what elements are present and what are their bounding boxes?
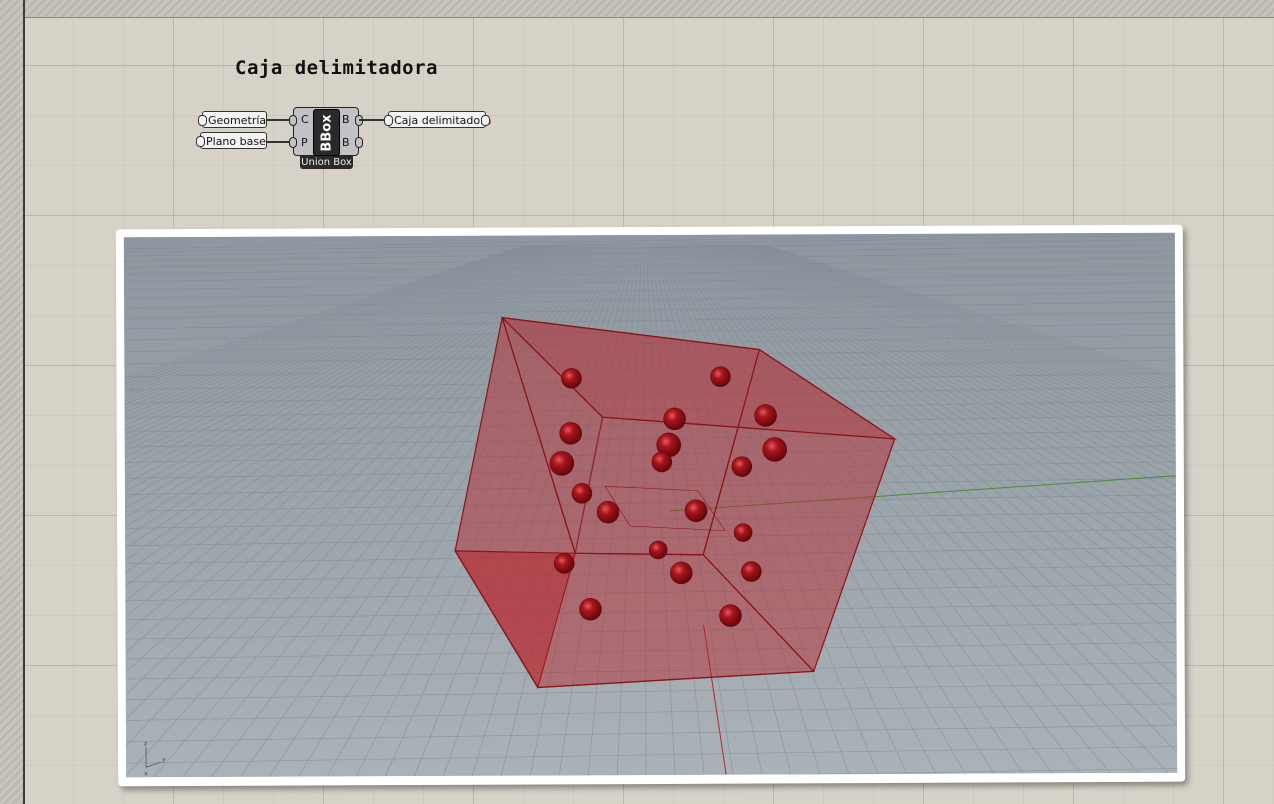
sphere [651, 451, 673, 473]
component-name-tag: Union Box [300, 156, 353, 169]
sphere [684, 499, 708, 523]
sphere [579, 598, 602, 621]
input-port-c[interactable]: C [301, 113, 309, 126]
param-caja-delimitadora[interactable]: Caja delimitadora [384, 111, 491, 128]
group-title: Caja delimitadora [235, 57, 438, 79]
sphere [710, 366, 731, 387]
sphere [561, 368, 582, 389]
sphere [741, 561, 762, 582]
axis-label-x: x [144, 770, 148, 777]
input-grip-p[interactable] [289, 137, 297, 148]
param-plano-base[interactable]: Plano base [196, 132, 267, 149]
sphere [571, 483, 593, 504]
sphere [733, 523, 753, 542]
output-port-b1[interactable]: B [342, 113, 350, 126]
sphere [549, 451, 575, 476]
component-core[interactable]: BBox [313, 109, 340, 156]
output-port-b2[interactable]: B [342, 136, 350, 149]
axis-label-z: z [144, 740, 147, 747]
sphere [559, 422, 582, 445]
sphere [670, 561, 693, 585]
sphere [596, 500, 620, 524]
axis-label-y: y [162, 756, 166, 763]
sphere [554, 553, 575, 574]
output-grip-b2[interactable] [355, 137, 363, 148]
bbox-component[interactable]: C P BBox B B [289, 107, 363, 156]
sphere [648, 540, 668, 560]
sphere [719, 604, 742, 627]
input-grip-c[interactable] [289, 115, 297, 126]
rhino-viewport[interactable]: z y x [123, 232, 1178, 778]
sphere [754, 404, 777, 427]
viewport-render: z y x [123, 232, 1178, 778]
param-geometria[interactable]: Geometría [198, 111, 267, 128]
component-core-label: BBox [319, 113, 334, 152]
canvas-top-border [0, 0, 1274, 18]
sphere [663, 407, 686, 431]
sphere [762, 437, 788, 462]
canvas-left-border [0, 0, 25, 804]
viewport-snapshot-card: z y x [115, 224, 1186, 787]
sphere [731, 456, 753, 477]
input-port-p[interactable]: P [301, 136, 308, 149]
